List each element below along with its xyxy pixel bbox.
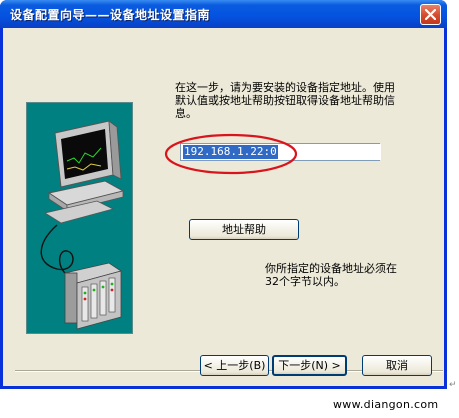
step-description: 在这一步，请为要安装的设备指定地址。使用默认值或按地址帮助按钮取得设备地址帮助信… [175, 81, 395, 120]
dialog-body: 在这一步，请为要安装的设备指定地址。使用默认值或按地址帮助按钮取得设备地址帮助信… [3, 28, 444, 386]
window-title: 设备配置向导——设备地址设置指南 [10, 8, 211, 22]
close-button[interactable] [420, 4, 441, 25]
wizard-illustration [26, 102, 133, 334]
paragraph-mark-icon: ↵ [449, 380, 457, 390]
address-help-button[interactable]: 地址帮助 [189, 219, 299, 240]
highlight-ellipse [164, 133, 298, 175]
address-length-note: 你所指定的设备地址必须在32个字节以内。 [265, 262, 397, 288]
next-button[interactable]: 下一步(N) > [272, 355, 347, 376]
title-bar[interactable]: 设备配置向导——设备地址设置指南 [0, 0, 447, 28]
site-watermark: www.diangon.com [333, 398, 439, 411]
wizard-window: 设备配置向导——设备地址设置指南 在这一步，请为要安装的设备指定地址。使用默认值… [0, 0, 447, 389]
close-icon [425, 9, 436, 20]
computer-plc-illustration [40, 120, 125, 330]
back-button[interactable]: < 上一步(B) [200, 355, 269, 376]
cancel-button[interactable]: 取消 [362, 355, 432, 376]
